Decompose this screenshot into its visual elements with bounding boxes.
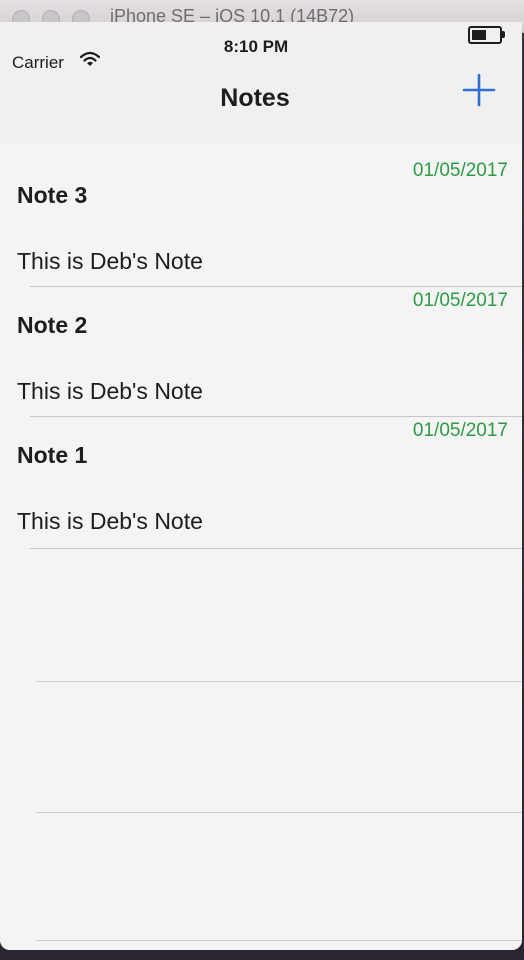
- note-row[interactable]: Note 3 01/05/2017 This is Deb's Note: [0, 144, 522, 274]
- note-body: This is Deb's Note: [17, 378, 203, 404]
- note-title: Note 1: [17, 442, 88, 468]
- empty-row-separator: [36, 681, 522, 682]
- note-date: 01/05/2017: [412, 290, 508, 311]
- empty-row-separator: [36, 812, 522, 813]
- status-bar: Carrier 8:10 PM: [0, 22, 522, 80]
- note-title: Note 3: [17, 182, 88, 208]
- note-body: This is Deb's Note: [17, 248, 203, 274]
- notes-list[interactable]: Note 3 01/05/2017 This is Deb's Note Not…: [0, 144, 522, 950]
- note-date: 01/05/2017: [412, 160, 508, 181]
- empty-row-separator: [36, 940, 522, 941]
- add-note-button[interactable]: [459, 70, 499, 110]
- battery-icon: [468, 26, 502, 44]
- note-title: Note 2: [17, 312, 88, 338]
- simulator-window: iPhone SE – iOS 10.1 (14B72) Carrier 8:1…: [0, 0, 524, 960]
- note-row[interactable]: Note 2 01/05/2017 This is Deb's Note: [0, 274, 522, 404]
- note-body: This is Deb's Note: [17, 508, 203, 534]
- battery-tip: [502, 31, 505, 38]
- row-separator: [30, 548, 522, 549]
- note-date: 01/05/2017: [412, 420, 508, 441]
- page-title: Notes: [220, 84, 290, 112]
- clock: 8:10 PM: [223, 37, 289, 56]
- plus-icon: [462, 73, 496, 107]
- iphone-screen: Carrier 8:10 PM Notes Note 3 01/05/2017 …: [0, 22, 522, 950]
- note-row[interactable]: Note 1 01/05/2017 This is Deb's Note: [0, 404, 522, 534]
